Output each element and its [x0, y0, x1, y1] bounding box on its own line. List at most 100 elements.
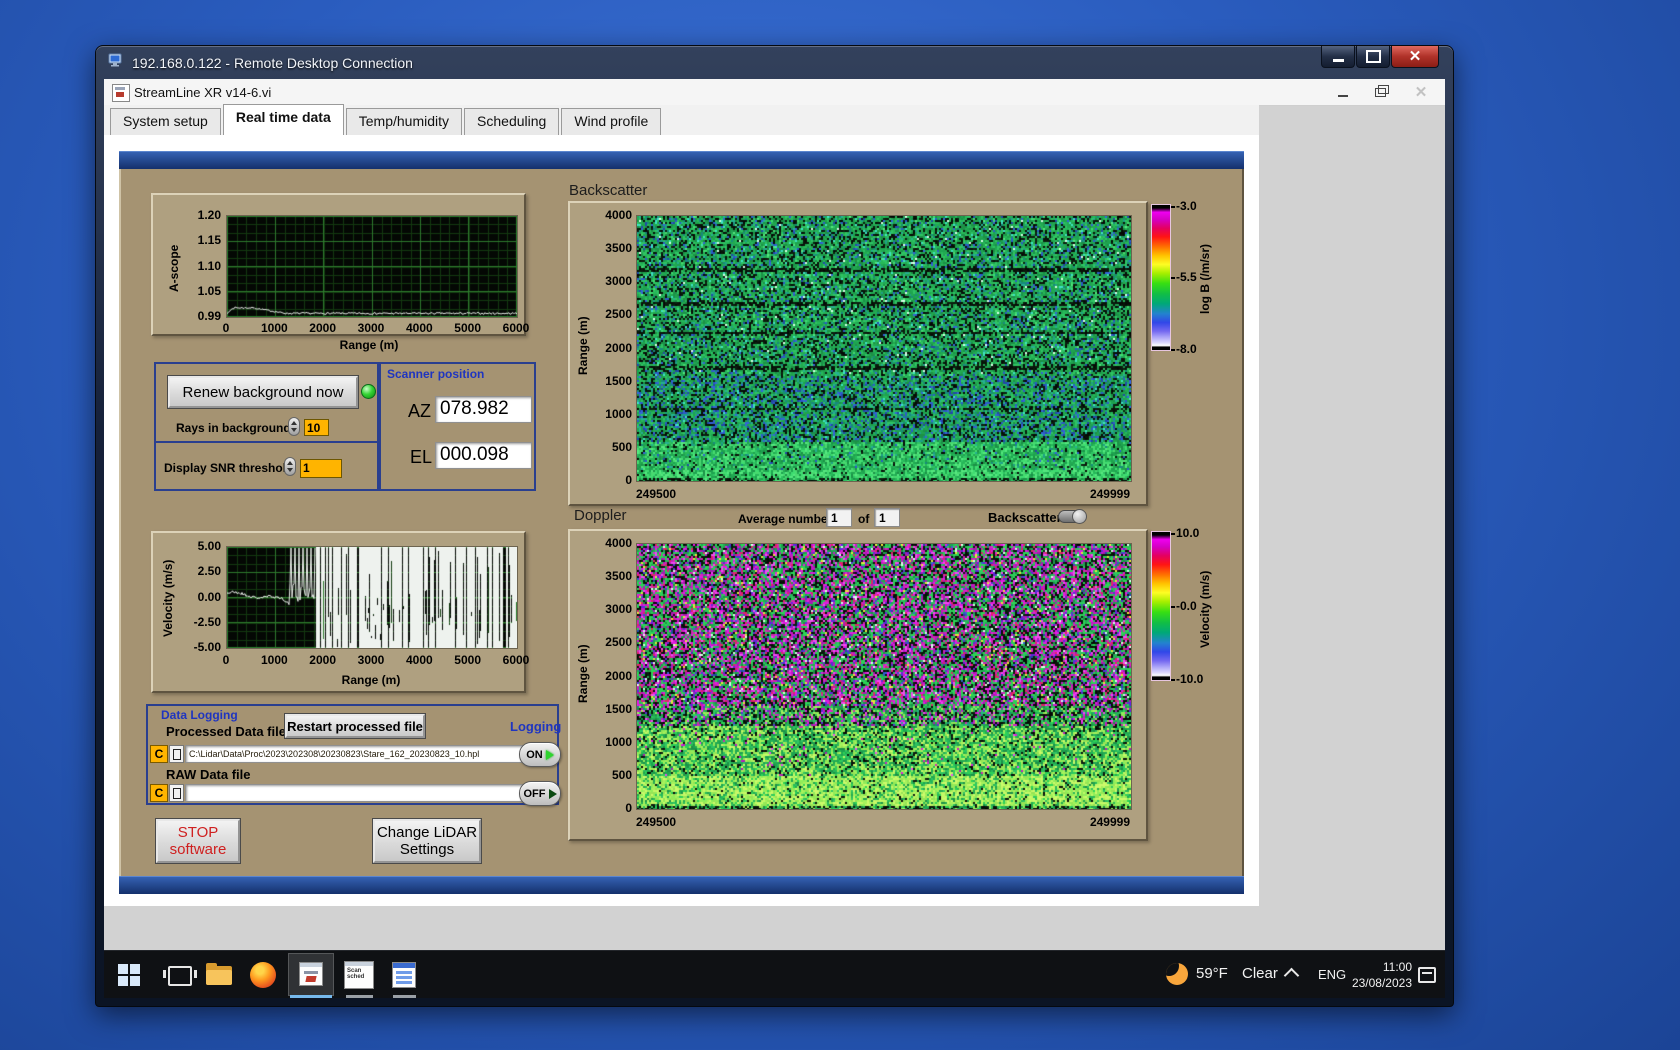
windows-logo-icon [118, 964, 140, 986]
raw-logging-off-button[interactable]: OFF [519, 781, 561, 806]
start-button[interactable] [118, 964, 140, 986]
snr-value-field[interactable]: 1 [300, 459, 342, 478]
colorbar-tick: 10.0 [1176, 526, 1200, 540]
on-led-icon [545, 749, 554, 760]
processed-logging-on-button[interactable]: ON [519, 742, 561, 767]
x-tick: 2000 [309, 653, 336, 667]
running-app-underline [393, 995, 416, 998]
az-value-display: 078.982 [435, 396, 532, 423]
processed-path-field[interactable]: C:\Lidar\Data\Proc\2023\202308\20230823\… [185, 745, 545, 763]
path-glyph-icon [173, 788, 181, 799]
backscatter-graph: Range (m) 249500 249999 4000 3500 3000 2500… [568, 201, 1148, 506]
rdp-close-button[interactable]: ✕ [1391, 46, 1439, 68]
file-explorer-button[interactable] [206, 963, 232, 985]
doppler-x-min: 249500 [636, 815, 677, 829]
x-tick: 4000 [405, 321, 433, 335]
y-tick: -2.50 [193, 614, 221, 629]
weather-moon-icon[interactable] [1166, 963, 1188, 985]
rdp-minimize-button[interactable] [1321, 46, 1355, 68]
remote-desktop: StreamLine XR v14-6.vi ✕ System setup Re… [104, 79, 1445, 998]
tray-temperature[interactable]: 59°F [1196, 965, 1228, 982]
tab-strip: System setup Real time data Temp/humidit… [104, 104, 1259, 135]
app-titlebar[interactable]: StreamLine XR v14-6.vi ✕ [104, 79, 1445, 106]
scanner-position-box: Scanner position AZ 078.982 EL 000.098 [379, 362, 536, 491]
background-status-led [361, 384, 376, 399]
hidden-icons-chevron-icon[interactable] [1283, 967, 1300, 984]
spin-up-icon[interactable] [287, 461, 293, 465]
app-close-button[interactable]: ✕ [1407, 83, 1435, 101]
colorbar-tick-mark [1171, 533, 1175, 535]
backscatter-toggle-label: Backscatter [988, 510, 1062, 525]
az-label: AZ [408, 401, 432, 421]
rays-spinner[interactable] [288, 417, 300, 436]
processed-drive-selector[interactable]: C [150, 745, 168, 763]
backscatter-plot-area [636, 215, 1132, 482]
raw-drive-selector[interactable]: C [150, 784, 168, 802]
scan-schedule-button[interactable]: Scan sched [344, 961, 374, 989]
backscatter-toggle[interactable] [1058, 509, 1087, 524]
minimize-icon [1338, 95, 1348, 97]
colorbar-tick-mark [1171, 679, 1175, 681]
tray-weather-condition[interactable]: Clear [1242, 965, 1278, 982]
tab-system-setup[interactable]: System setup [110, 108, 221, 135]
x-tick: 3000 [357, 321, 385, 335]
snr-spinner[interactable] [284, 457, 296, 476]
raw-path-field[interactable] [185, 784, 545, 802]
spin-up-icon[interactable] [291, 421, 297, 425]
tray-clock[interactable]: 11:00 23/08/2023 [1342, 959, 1412, 991]
tab-temp-humidity[interactable]: Temp/humidity [345, 108, 463, 135]
rdp-titlebar[interactable]: 192.168.0.122 - Remote Desktop Connectio… [96, 46, 1453, 79]
running-app-underline [346, 995, 373, 998]
change-lidar-settings-button[interactable]: Change LiDAR Settings [373, 819, 481, 863]
rdp-maximize-button[interactable] [1356, 46, 1390, 68]
stop-software-button[interactable]: STOP software [156, 819, 240, 863]
tab-real-time-data[interactable]: Real time data [222, 104, 344, 135]
y-tick: 3500 [605, 241, 632, 256]
processed-path-browse-icon[interactable] [169, 745, 184, 763]
y-tick: 1500 [605, 701, 632, 716]
scan-schedule-icon: Scan sched [344, 961, 374, 989]
doppler-title: Doppler [574, 507, 627, 524]
y-tick: 2500 [605, 635, 632, 650]
app-restore-button[interactable] [1366, 83, 1394, 101]
tab-scheduling[interactable]: Scheduling [464, 108, 560, 135]
panel-bottom-band [119, 876, 1244, 894]
y-tick: 1.05 [197, 283, 221, 298]
doppler-graph: Range (m) 249500 249999 4000 3500 3000 2500… [568, 529, 1148, 841]
y-tick: 2000 [605, 340, 632, 355]
el-label: EL [410, 447, 433, 467]
data-logging-title: Data Logging [161, 708, 238, 722]
spin-down-icon[interactable] [291, 428, 297, 432]
tab-wind-profile[interactable]: Wind profile [561, 108, 662, 135]
raw-path-browse-icon[interactable] [169, 784, 184, 802]
x-tick: 0 [222, 321, 230, 335]
spin-down-icon[interactable] [287, 468, 293, 472]
rdp-computer-icon [108, 53, 124, 72]
task-view-button[interactable] [163, 966, 197, 986]
backscatter-title: Backscatter [569, 182, 648, 199]
x-tick: 5000 [454, 653, 481, 667]
document-app-button[interactable] [392, 962, 416, 988]
y-tick: 2500 [605, 307, 632, 322]
y-tick: 2000 [605, 668, 632, 683]
colorbar-tick: -3.0 [1176, 199, 1197, 213]
restart-processed-file-button[interactable]: Restart processed file [285, 714, 425, 738]
x-tick: 4000 [405, 653, 433, 667]
y-tick: 1000 [605, 406, 632, 421]
app-minimize-button[interactable] [1329, 83, 1357, 101]
x-tick: 0 [222, 653, 230, 667]
streamline-app-button[interactable] [299, 962, 323, 986]
renew-background-button[interactable]: Renew background now [168, 376, 358, 408]
average-number-field[interactable]: 1 [826, 508, 852, 527]
rays-in-background-label: Rays in background [176, 421, 291, 435]
average-total-field[interactable]: 1 [874, 508, 900, 527]
y-tick: 2.50 [197, 564, 221, 579]
off-led-icon [548, 788, 557, 799]
action-center-icon[interactable] [1418, 967, 1436, 983]
firefox-icon [250, 962, 276, 988]
toggle-knob[interactable] [1072, 509, 1087, 524]
close-icon: ✕ [1414, 83, 1428, 101]
rays-value-field[interactable]: 10 [304, 419, 329, 436]
firefox-button[interactable] [250, 962, 276, 988]
velocity-graph: Velocity (m/s) Range (m) 5.00 2.50 0.00 -2.… [151, 531, 529, 693]
